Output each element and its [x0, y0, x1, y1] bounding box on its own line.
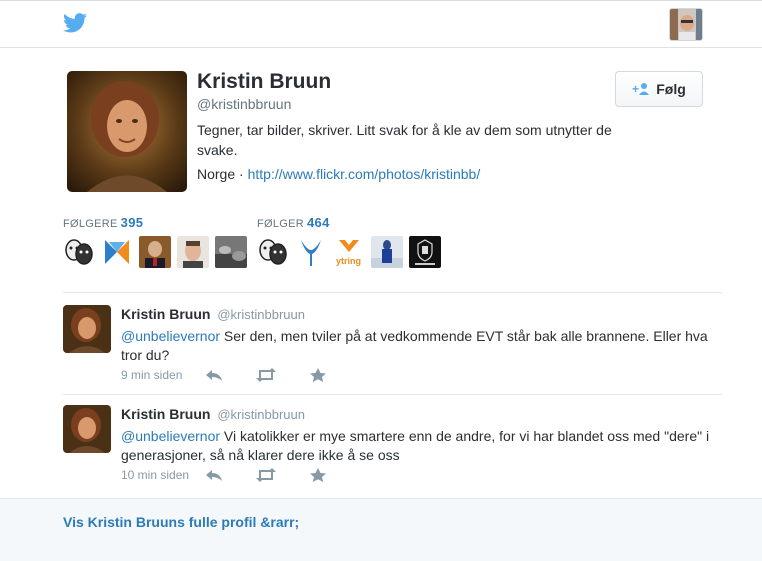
follow-button[interactable]: + Følg [615, 71, 703, 107]
tweet-mention-link[interactable]: @unbelievernor [121, 428, 220, 444]
tweet-author-handle[interactable]: @kristinbbruun [217, 307, 305, 322]
tweet-timestamp[interactable]: 10 min siden [121, 468, 203, 482]
following-avatar[interactable] [371, 236, 403, 268]
svg-text:+: + [632, 82, 639, 96]
following-avatars: ytring [257, 236, 441, 268]
following-avatar[interactable] [257, 236, 289, 268]
tweet-avatar[interactable] [63, 305, 111, 353]
profile-handle: @kristinbbruun [197, 96, 292, 112]
followers-label: FØLGERE [63, 218, 118, 230]
meta-separator: · [239, 166, 244, 182]
tweet-actions: 9 min siden [121, 367, 359, 383]
full-profile-link[interactable]: Vis Kristin Bruuns fulle profil &rarr; [63, 514, 299, 530]
tweet-text: @unbelievernor Vi katolikker er mye smar… [121, 427, 721, 465]
tweet-mention-link[interactable]: @unbelievernor [121, 328, 220, 344]
section-divider [63, 292, 722, 293]
tweet-author-name[interactable]: Kristin Bruun [121, 406, 210, 422]
follower-avatar[interactable] [177, 236, 209, 268]
tweet-timestamp[interactable]: 9 min siden [121, 368, 203, 382]
retweet-icon[interactable] [255, 367, 277, 383]
follower-avatar[interactable] [215, 236, 247, 268]
tweet-header: Kristin Bruun @kristinbbruun [121, 306, 305, 322]
profile-avatar[interactable] [67, 71, 187, 192]
following-stat[interactable]: FØLGER 464 [257, 215, 330, 230]
top-bar [0, 0, 762, 48]
profile-url-link[interactable]: http://www.flickr.com/photos/kristinbb/ [248, 166, 481, 182]
follower-avatar[interactable] [101, 236, 133, 268]
add-user-icon: + [632, 82, 650, 96]
following-count: 464 [307, 215, 330, 230]
follower-avatar[interactable] [139, 236, 171, 268]
profile-name[interactable]: Kristin Bruun [197, 70, 331, 94]
tweet-text: @unbelievernor Ser den, men tviler på at… [121, 327, 721, 365]
following-label: FØLGER [257, 218, 305, 230]
tweet-header: Kristin Bruun @kristinbbruun [121, 406, 305, 422]
retweet-icon[interactable] [255, 467, 277, 483]
current-user-avatar[interactable] [669, 8, 703, 41]
following-avatar[interactable] [409, 236, 441, 268]
follower-avatar[interactable] [63, 236, 95, 268]
tweet-actions: 10 min siden [121, 467, 359, 483]
profile-bio: Tegner, tar bilder, skriver. Litt svak f… [197, 122, 612, 158]
followers-avatars [63, 236, 247, 268]
favorite-star-icon[interactable] [307, 467, 329, 483]
profile-location: Norge [197, 166, 236, 182]
follow-button-label: Følg [656, 81, 686, 97]
reply-icon[interactable] [203, 467, 225, 483]
tweet-author-handle[interactable]: @kristinbbruun [217, 407, 305, 422]
reply-icon[interactable] [203, 367, 225, 383]
following-avatar[interactable] [295, 236, 327, 268]
followers-count: 395 [120, 215, 144, 230]
profile-meta: Norge · http://www.flickr.com/photos/kri… [197, 166, 480, 182]
profile-footer: Vis Kristin Bruuns fulle profil &rarr; [0, 498, 762, 561]
followers-stat[interactable]: FØLGERE 395 [63, 215, 143, 230]
favorite-star-icon[interactable] [307, 367, 329, 383]
svg-text:ytring: ytring [336, 256, 361, 266]
following-avatar[interactable]: ytring [333, 236, 365, 268]
tweet-author-name[interactable]: Kristin Bruun [121, 306, 210, 322]
tweet-avatar[interactable] [63, 405, 111, 453]
tweet-divider [63, 394, 722, 395]
twitter-bird-icon[interactable] [63, 13, 87, 33]
